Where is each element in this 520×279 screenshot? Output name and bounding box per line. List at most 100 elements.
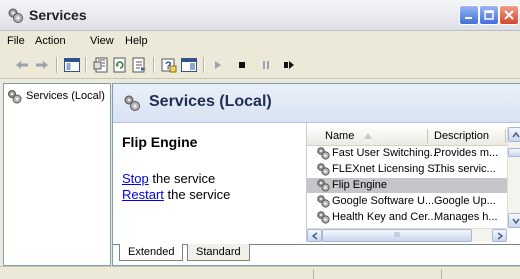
forward-arrow-icon xyxy=(36,61,48,69)
console-tree: Services (Local) xyxy=(3,83,111,266)
restart-service-button[interactable] xyxy=(280,56,298,74)
toolbar-separator xyxy=(203,57,205,73)
properties-icon xyxy=(93,57,108,73)
menu-help[interactable]: Help xyxy=(125,35,148,47)
scroll-right-button[interactable] xyxy=(492,229,507,242)
close-button[interactable] xyxy=(499,5,519,25)
service-gear-icon xyxy=(317,163,330,176)
view-tabs: Extended Standard xyxy=(113,244,520,265)
sort-ascending-icon xyxy=(364,133,372,139)
scroll-thumb[interactable] xyxy=(508,148,520,157)
menu-bar: File Action View Help xyxy=(0,31,520,51)
show-hide-tree-icon xyxy=(64,58,80,72)
menu-view[interactable]: View xyxy=(90,35,114,47)
forward-button[interactable] xyxy=(33,56,51,74)
tree-item-services-local[interactable]: Services (Local) xyxy=(7,88,105,104)
column-header-name[interactable]: Name xyxy=(325,130,354,142)
service-description: Manages h... xyxy=(434,211,498,223)
column-header-description[interactable]: Description xyxy=(434,130,489,142)
chevron-down-icon xyxy=(511,218,520,224)
console-view-button[interactable] xyxy=(180,56,198,74)
refresh-button[interactable] xyxy=(111,56,129,74)
stop-service-icon xyxy=(239,62,245,68)
service-name: FLEXnet Licensing S... xyxy=(332,163,444,175)
tab-extended-label: Extended xyxy=(128,246,175,258)
show-hide-tree-button[interactable] xyxy=(63,56,81,74)
list-item[interactable]: Fast User Switching... Provides m... xyxy=(307,146,507,161)
toolbar-separator xyxy=(56,57,58,73)
pause-service-icon xyxy=(263,61,269,69)
pane-title: Services (Local) xyxy=(149,93,272,110)
details-pane: Services (Local) Flip Engine Stop the se… xyxy=(112,83,520,266)
status-bar xyxy=(0,266,520,279)
chevron-left-icon xyxy=(311,231,317,240)
list-item[interactable]: Health Key and Cer... Manages h... xyxy=(307,210,507,225)
scroll-down-button[interactable] xyxy=(508,213,520,228)
minimize-icon xyxy=(465,17,472,19)
start-service-icon xyxy=(215,61,221,69)
service-gear-icon xyxy=(317,179,330,192)
service-description: This servic... xyxy=(434,163,496,175)
back-arrow-icon xyxy=(16,61,28,69)
list-item[interactable]: Google Software U... Google Up... xyxy=(307,194,507,209)
toolbar-separator xyxy=(85,57,87,73)
stop-service-link[interactable]: Stop xyxy=(122,171,149,186)
help-icon: ? xyxy=(161,58,177,73)
list-item[interactable]: Flip Engine xyxy=(307,178,507,193)
column-divider[interactable] xyxy=(505,129,506,143)
selected-service-name: Flip Engine xyxy=(122,134,198,150)
title-bar[interactable]: Services xyxy=(0,0,520,31)
menu-action[interactable]: Action xyxy=(35,35,66,47)
refresh-icon xyxy=(113,57,126,73)
service-name: Google Software U... xyxy=(332,195,435,207)
window-title: Services xyxy=(29,7,87,23)
restart-service-icon xyxy=(284,61,294,69)
console-view-icon xyxy=(181,58,197,72)
service-gear-icon xyxy=(317,147,330,160)
chevron-right-icon xyxy=(497,231,503,240)
list-item[interactable]: FLEXnet Licensing S... This servic... xyxy=(307,162,507,177)
service-gear-icon xyxy=(317,195,330,208)
back-button[interactable] xyxy=(13,56,31,74)
restart-action: Restart the service xyxy=(122,187,230,202)
pane-header: Services (Local) xyxy=(113,84,520,123)
help-button[interactable]: ? xyxy=(160,56,178,74)
pause-service-button[interactable] xyxy=(257,56,275,74)
stop-service-button[interactable] xyxy=(233,56,251,74)
export-list-button[interactable] xyxy=(130,56,148,74)
export-list-icon xyxy=(132,57,146,73)
column-divider[interactable] xyxy=(427,129,428,143)
toolbar: ? xyxy=(0,52,520,79)
tab-standard[interactable]: Standard xyxy=(187,244,250,261)
service-description: Google Up... xyxy=(434,195,496,207)
service-name: Fast User Switching... xyxy=(332,147,439,159)
maximize-button[interactable] xyxy=(479,5,499,25)
start-service-button[interactable] xyxy=(209,56,227,74)
service-gear-icon xyxy=(317,211,330,224)
services-gear-icon xyxy=(124,95,140,111)
stop-action: Stop the service xyxy=(122,171,215,186)
horizontal-scrollbar[interactable]: III xyxy=(307,228,507,242)
status-divider xyxy=(441,269,442,279)
service-name: Health Key and Cer... xyxy=(332,211,437,223)
tab-extended[interactable]: Extended xyxy=(119,244,184,261)
status-divider xyxy=(313,269,314,279)
menu-file[interactable]: File xyxy=(7,35,25,47)
services-gear-icon xyxy=(8,89,22,103)
stop-action-text: the service xyxy=(148,171,216,186)
vertical-scrollbar[interactable] xyxy=(507,127,520,228)
chevron-up-icon xyxy=(511,131,520,137)
tree-item-label: Services (Local) xyxy=(26,90,105,102)
restart-service-link[interactable]: Restart xyxy=(122,187,164,202)
close-icon xyxy=(504,10,514,20)
scroll-left-button[interactable] xyxy=(307,229,322,242)
service-name: Flip Engine xyxy=(332,179,388,191)
services-list: Name Description Fast User Switching... P… xyxy=(306,123,520,242)
scroll-thumb[interactable]: III xyxy=(322,229,472,242)
minimize-button[interactable] xyxy=(459,5,479,25)
service-description: Provides m... xyxy=(434,147,499,159)
properties-button[interactable] xyxy=(92,56,110,74)
toolbar-separator xyxy=(153,57,155,73)
scroll-up-button[interactable] xyxy=(508,127,520,142)
restart-action-text: the service xyxy=(163,187,231,202)
